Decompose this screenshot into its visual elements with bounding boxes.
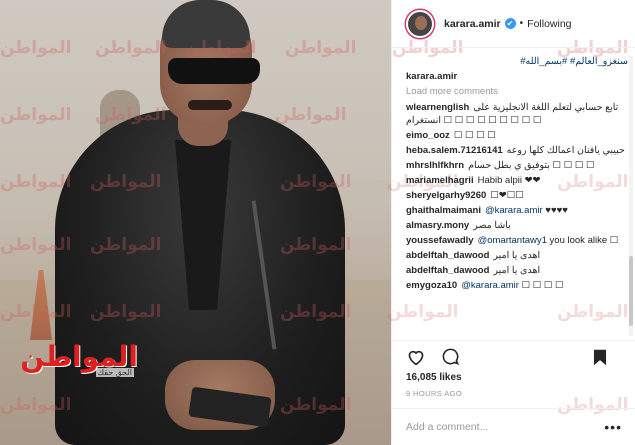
comment-text: اهدى يا امير <box>493 250 541 261</box>
comment-username[interactable]: eimo_ooz <box>406 130 450 141</box>
comment-text: Habib alpii ❤❤ <box>477 175 541 186</box>
comment-mention[interactable]: @karara.amir <box>485 205 543 216</box>
comment: mariamelhagrii Habib alpii ❤❤ <box>406 174 628 187</box>
comment-text: ☐ ☐ ☐ ☐ <box>453 130 496 141</box>
comment-username[interactable]: wlearnenglish <box>406 102 469 113</box>
comment-text: ☐❤☐☐ <box>490 190 524 201</box>
comment-username[interactable]: abdelftah_dawood <box>406 265 489 276</box>
comment: youssefawadly @omartantawy1 you look alik… <box>406 234 628 247</box>
comment-username[interactable]: emygoza10 <box>406 280 457 291</box>
comment: emygoza10 @karara.amir ☐ ☐ ☐ ☐ <box>406 279 628 292</box>
verified-icon: ✔ <box>504 18 516 29</box>
comment: sheryelgarhy9260 ☐❤☐☐ <box>406 189 628 202</box>
comment-text: ♥♥♥♥ <box>545 205 568 216</box>
comment: eimo_ooz ☐ ☐ ☐ ☐ <box>406 129 628 142</box>
comment: wlearnenglish تابع حسابي لتعلم اللغة الان… <box>406 101 628 127</box>
comments-list: سنغزو_العالم# #بسم_الله# karara.amir Loa… <box>406 56 628 336</box>
comment-mention[interactable]: @karara.amir <box>461 280 519 291</box>
add-comment-bar[interactable]: Add a comment... ••• <box>392 408 635 445</box>
comment-username[interactable]: sheryelgarhy9260 <box>406 190 486 201</box>
post-timestamp: 9 HOURS AGO <box>406 389 463 398</box>
comment: heba.salem.71216141 حبيبي يافنان اعمالك ك… <box>406 144 628 157</box>
comment-text: بتوفيق ي بطل حسام ☐ ☐ ☐ ☐ <box>468 160 595 171</box>
comment-username[interactable]: youssefawadly <box>406 235 474 246</box>
separator-dot: • <box>519 18 524 29</box>
comment-text: باشا مصر <box>473 220 511 231</box>
comment-text: ☐ ☐ ☐ ☐ <box>521 280 564 291</box>
likes-count[interactable]: 16,085 likes <box>406 372 462 383</box>
follow-button[interactable]: Following <box>527 18 571 30</box>
comment-username[interactable]: heba.salem.71216141 <box>406 145 503 156</box>
comment: mhrslhlfkhrn بتوفيق ي بطل حسام ☐ ☐ ☐ ☐ <box>406 159 628 172</box>
brand-logo: المواطن الحق حقك <box>18 340 139 380</box>
post-header: karara.amir ✔ • Following <box>392 0 635 48</box>
comment: almasry.mony باشا مصر <box>406 219 628 232</box>
caption-hashtags[interactable]: سنغزو_العالم# #بسم_الله# <box>406 56 628 67</box>
post-photo[interactable]: المواطن المواطن المواطن المواطن المواطن … <box>0 0 391 445</box>
comment-mention[interactable]: @omartantawy1 <box>478 235 547 246</box>
comments-scrollbar[interactable] <box>629 56 633 336</box>
bookmark-icon[interactable] <box>590 347 610 367</box>
caption-username[interactable]: karara.amir <box>406 71 457 82</box>
more-options-icon[interactable]: ••• <box>604 419 622 435</box>
photo-mustache <box>188 100 232 110</box>
photo-sunglasses <box>168 58 260 84</box>
avatar[interactable] <box>406 9 434 38</box>
comment-text: you look alike ☐ <box>549 235 619 246</box>
comment-username[interactable]: almasry.mony <box>406 220 469 231</box>
comment-username[interactable]: abdelftah_dawood <box>406 250 489 261</box>
comment-icon[interactable] <box>440 347 460 367</box>
account-username[interactable]: karara.amir <box>444 18 501 30</box>
load-more-comments-link[interactable]: Load more comments <box>406 86 628 97</box>
comment-text: حبيبي يافنان اعمالك كلها روعه <box>506 145 625 156</box>
comment-username[interactable]: ghaithalmaimani <box>406 205 481 216</box>
scrollbar-thumb[interactable] <box>629 256 633 326</box>
comment: abdelftah_dawood اهدى يا امير <box>406 249 628 262</box>
comment-text: اهدى يا امير <box>493 265 541 276</box>
comment-username[interactable]: mariamelhagrii <box>406 175 474 186</box>
comment: abdelftah_dawood اهدى يا امير <box>406 264 628 277</box>
comment: ghaithalmaimani @karara.amir ♥♥♥♥ <box>406 204 628 217</box>
comment-username[interactable]: mhrslhlfkhrn <box>406 160 464 171</box>
add-comment-input[interactable]: Add a comment... <box>406 421 488 433</box>
action-bar <box>392 340 635 372</box>
post-side-panel: المواطن المواطن المواطن المواطن المواطن … <box>387 0 635 445</box>
brand-logo-tagline: الحق حقك <box>95 368 134 377</box>
caption: karara.amir <box>406 70 628 83</box>
heart-icon[interactable] <box>406 347 426 367</box>
